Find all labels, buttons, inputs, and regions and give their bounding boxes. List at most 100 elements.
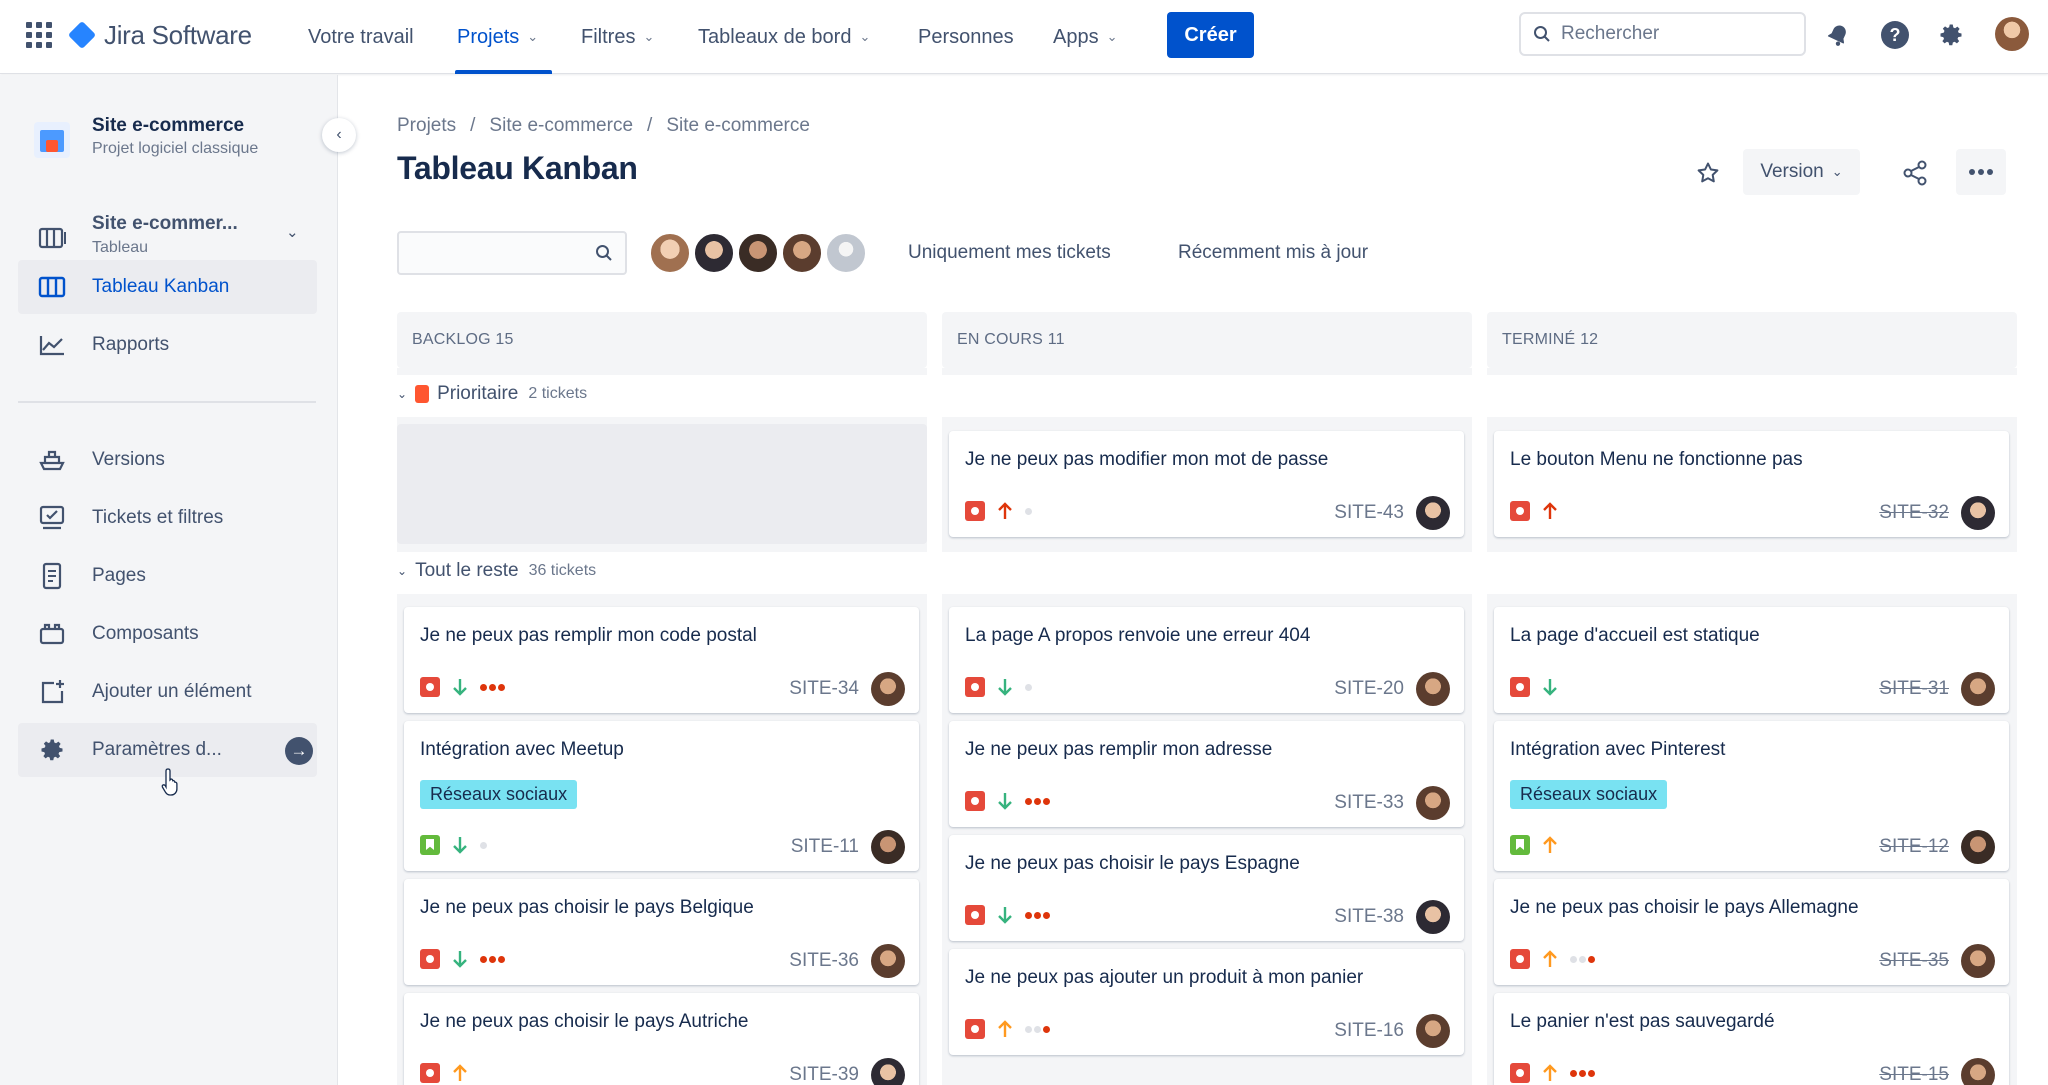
unassigned-avatar[interactable] [824,231,868,275]
assignee-avatar[interactable] [648,231,692,275]
epic-label[interactable]: Réseaux sociaux [420,780,578,809]
estimate-dots-icon [1025,797,1050,805]
issue-card[interactable]: Je ne peux pas choisir le pays Espagne SI… [949,835,1464,941]
star-icon[interactable] [1690,155,1726,191]
sidebar-item-versions[interactable]: Versions [18,433,317,487]
priority-low-icon [453,951,467,968]
issue-card[interactable]: Le panier n'est pas sauvegardé SITE-15 [1494,993,2009,1085]
issue-title: Je ne peux pas choisir le pays Espagne [965,853,1300,874]
issue-key[interactable]: SITE-16 [1334,1020,1404,1042]
issue-key[interactable]: SITE-15 [1879,1064,1949,1085]
assignee-avatar[interactable] [871,830,905,864]
assignee-avatar[interactable] [871,1058,905,1085]
assignee-avatar[interactable] [1416,672,1450,706]
issue-card[interactable]: Le bouton Menu ne fonctionne pas SITE-32 [1494,431,2009,537]
sidebar-item-label: Tableau Kanban [92,276,230,297]
help-icon[interactable]: ? [1879,19,1911,51]
profile-avatar[interactable] [1995,17,2029,51]
issue-title: Je ne peux pas choisir le pays Belgique [420,897,754,918]
nav-apps[interactable]: Apps ⌄ [1053,20,1118,54]
project-name[interactable]: Site e-commerce [92,115,244,137]
issue-key[interactable]: SITE-35 [1879,950,1949,972]
issue-card[interactable]: Je ne peux pas remplir mon code postal SI… [404,607,919,713]
share-icon[interactable] [1897,155,1933,191]
issue-key[interactable]: SITE-36 [789,950,859,972]
swimlane-prioritaire[interactable]: ⌄ Prioritaire 2 tickets [397,383,587,405]
assignee-avatar[interactable] [780,231,824,275]
issue-key[interactable]: SITE-31 [1879,678,1949,700]
issue-card[interactable]: Je ne peux pas modifier mon mot de passe… [949,431,1464,537]
issue-card[interactable]: Intégration avec Pinterest Réseaux sociau… [1494,721,2009,871]
sidebar-item-pages[interactable]: Pages [18,549,317,603]
assignee-avatar[interactable] [1961,496,1995,530]
issue-card[interactable]: Intégration avec Meetup Réseaux sociaux SI… [404,721,919,871]
swimlane-tout-le-reste[interactable]: ⌄ Tout le reste 36 tickets [397,560,596,582]
app-switcher-icon[interactable] [26,22,52,48]
more-options-icon[interactable] [1956,149,2006,195]
sidebar-item-tableau-kanban[interactable]: Tableau Kanban [18,260,317,314]
issue-key[interactable]: SITE-34 [789,678,859,700]
epic-label[interactable]: Réseaux sociaux [1510,780,1668,809]
assignee-avatar[interactable] [871,672,905,706]
assignee-avatar[interactable] [1961,672,1995,706]
notifications-icon[interactable] [1822,19,1854,51]
breadcrumb-board[interactable]: Site e-commerce [666,115,810,137]
assignee-avatar[interactable] [1416,496,1450,530]
sidebar-item-rapports[interactable]: Rapports [18,318,317,372]
issue-key[interactable]: SITE-20 [1334,678,1404,700]
brand-name: Jira Software [104,19,252,50]
issue-meta [1510,677,1558,697]
column-count: 11 [1047,331,1065,348]
assignee-avatar[interactable] [736,231,780,275]
sidebar-item-tickets-et-filtres[interactable]: Tickets et filtres [18,491,317,545]
assignee-avatar[interactable] [1961,944,1995,978]
settings-icon[interactable] [1935,19,1967,51]
sidebar-item-composants[interactable]: Composants [18,607,317,661]
issue-card[interactable]: Je ne peux pas remplir mon adresse SITE-3… [949,721,1464,827]
global-search-input[interactable]: Rechercher [1519,12,1806,56]
nav-tableaux-de-bord[interactable]: Tableaux de bord ⌄ [698,20,870,54]
issue-key[interactable]: SITE-32 [1879,502,1949,524]
issue-card[interactable]: La page d'accueil est statique SITE-31 [1494,607,2009,713]
issue-key[interactable]: SITE-43 [1334,502,1404,524]
assignee-avatar[interactable] [1961,1058,1995,1085]
issue-key[interactable]: SITE-11 [791,836,859,858]
issue-card[interactable]: La page A propos renvoie une erreur 404 S… [949,607,1464,713]
board-icon [38,224,66,252]
nav-filtres[interactable]: Filtres ⌄ [581,20,654,54]
nav-projets[interactable]: Projets ⌄ [457,20,538,54]
filter-recently-updated[interactable]: Récemment mis à jour [1178,242,1368,264]
issue-card[interactable]: Je ne peux pas choisir le pays Belgique S… [404,879,919,985]
issue-card[interactable]: Je ne peux pas ajouter un produit à mon … [949,949,1464,1055]
assignee-avatar[interactable] [1416,1014,1450,1048]
assignee-avatar[interactable] [692,231,736,275]
assignee-avatar[interactable] [1416,900,1450,934]
version-dropdown[interactable]: Version ⌄ [1743,149,1860,195]
search-icon [1534,26,1550,42]
collapse-sidebar-button[interactable]: ‹ [322,118,356,152]
issue-title: Je ne peux pas modifier mon mot de passe [965,449,1329,470]
issue-card[interactable]: Je ne peux pas choisir le pays Autriche S… [404,993,919,1085]
nav-votre-travail[interactable]: Votre travail [308,20,414,54]
priority-low-icon [1543,679,1557,696]
swimlane-header-band [397,552,2017,594]
assignee-avatar[interactable] [871,944,905,978]
nav-personnes[interactable]: Personnes [918,20,1014,54]
arrow-right-icon[interactable]: → [285,737,313,765]
board-search-input[interactable] [397,231,627,275]
issue-key[interactable]: SITE-39 [789,1064,859,1085]
breadcrumb-project[interactable]: Site e-commerce [489,115,633,137]
issue-key[interactable]: SITE-12 [1879,836,1949,858]
issue-key[interactable]: SITE-38 [1334,906,1404,928]
create-button[interactable]: Créer [1167,12,1254,58]
sidebar-item-ajouter-un-element[interactable]: Ajouter un élément [18,665,317,719]
breadcrumb-projets[interactable]: Projets [397,115,456,137]
priority-high-icon [1543,1064,1557,1081]
issue-card[interactable]: Je ne peux pas choisir le pays Allemagne… [1494,879,2009,985]
issue-key[interactable]: SITE-33 [1334,792,1404,814]
board-selector-name: Site e-commer... [92,213,238,234]
assignee-avatar[interactable] [1961,830,1995,864]
assignee-avatar[interactable] [1416,786,1450,820]
jira-logo[interactable]: Jira Software [67,18,252,52]
filter-only-my-issues[interactable]: Uniquement mes tickets [908,242,1111,264]
